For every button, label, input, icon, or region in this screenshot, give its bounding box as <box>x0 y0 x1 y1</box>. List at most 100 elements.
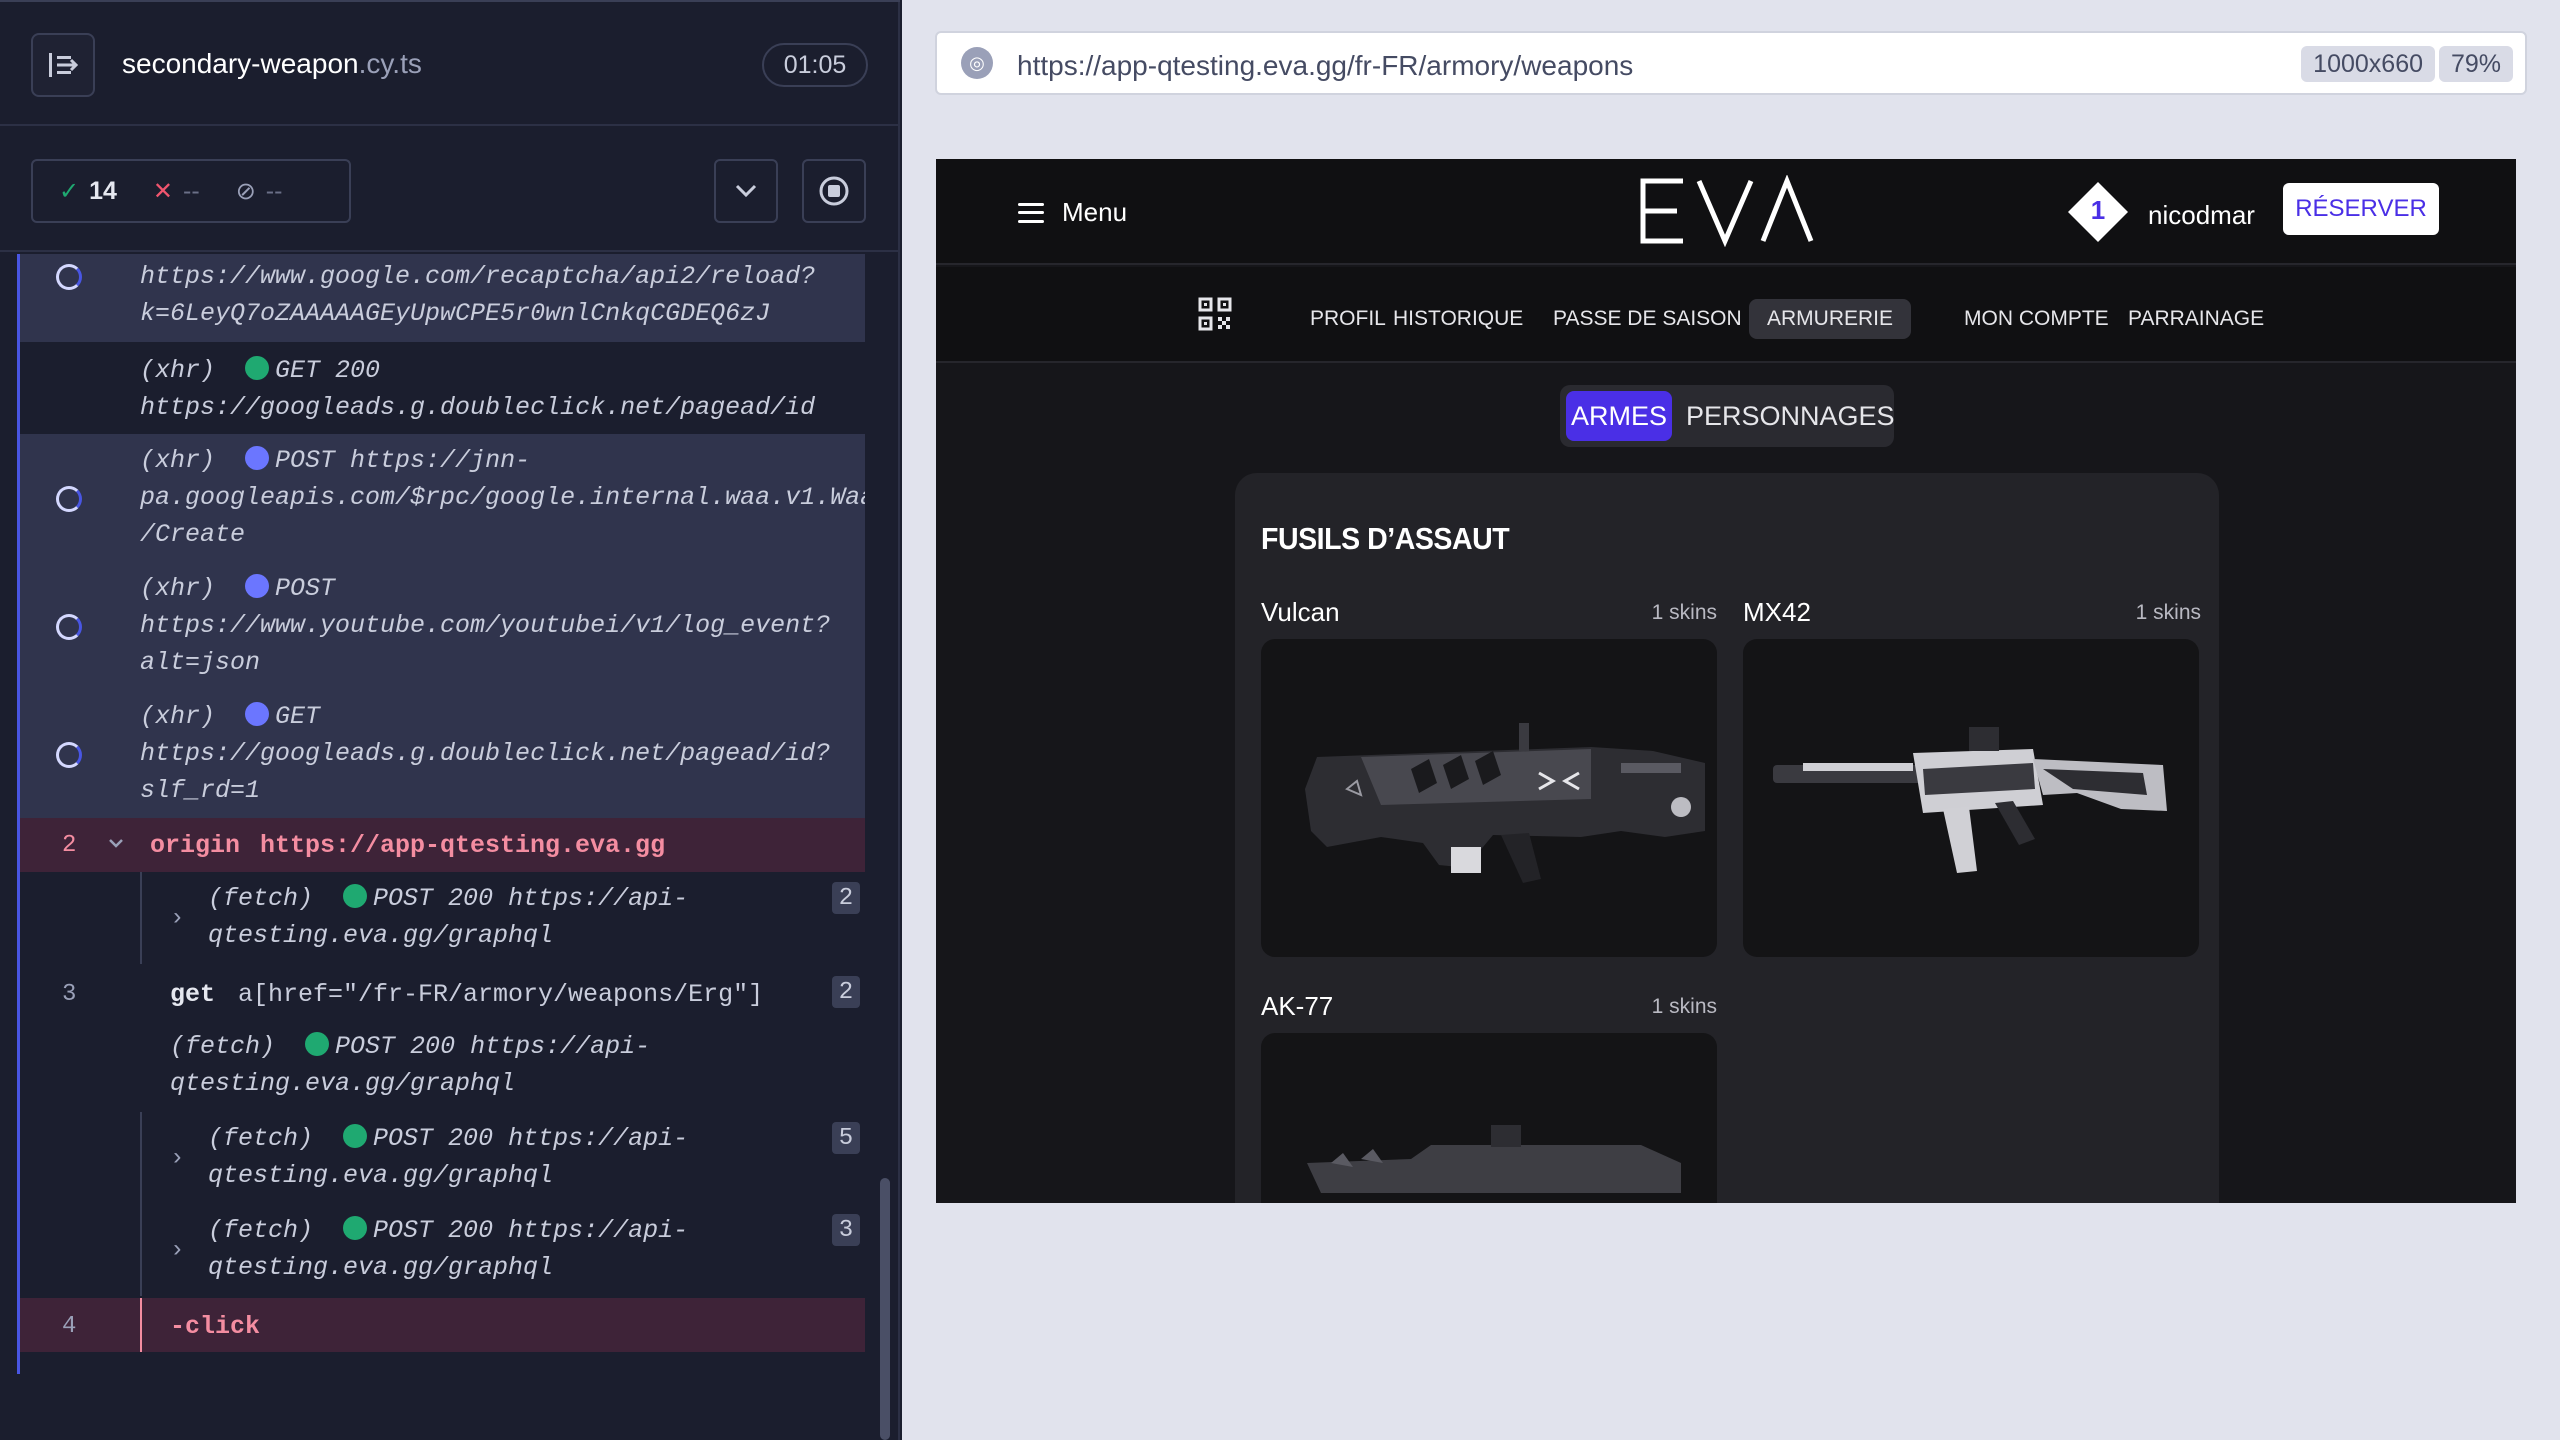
weapon-card-vulcan[interactable] <box>1261 639 1717 957</box>
nav-passe-de-saison[interactable]: PASSE DE SAISON <box>1535 299 1760 339</box>
spinner-icon <box>56 264 82 290</box>
command-message: https://app-qtesting.eva.gg <box>260 831 666 860</box>
command-log-entry[interactable]: (xhr) GET https://googleads.g.doubleclic… <box>20 690 865 818</box>
weapon-skins-count: 1 skins <box>1651 601 1717 624</box>
request-url: https://www.youtube.com/youtubei/v1/log_… <box>140 611 831 640</box>
request-url: qtesting.eva.gg/graphql <box>208 921 554 950</box>
weapon-skins-count: 1 skins <box>1651 995 1717 1018</box>
status-dot-green <box>343 1124 368 1148</box>
get-command[interactable]: 3 get a[href="/fr-FR/armory/weapons/Erg"… <box>20 964 865 1020</box>
status-dot-green <box>343 884 368 908</box>
ak77-rifle-image <box>1307 1125 1681 1193</box>
spec-name-text: secondary-weapon <box>122 48 359 79</box>
request-type: (xhr) <box>140 574 216 603</box>
nav-parrainage[interactable]: PARRAINAGE <box>2110 299 2282 339</box>
cypress-runner-panel: secondary-weapon.cy.ts 01:05 ✓ 14 ✕ -- ⊘ --… <box>0 0 900 1440</box>
status-dot-green <box>245 356 270 380</box>
nav-mon-compte[interactable]: MON COMPTE <box>1946 299 2127 339</box>
failed-stat: ✕ -- <box>153 177 200 206</box>
command-log-entry[interactable]: (xhr) POST https://jnn- pa.googleapis.co… <box>20 434 865 562</box>
viewport-size-badge[interactable]: 1000x660 <box>2301 46 2435 82</box>
request-url-cont: slf_rd=1 <box>140 776 261 805</box>
command-log-entry[interactable]: (xhr) GET 200 https://googleads.g.double… <box>20 342 865 434</box>
request-type: (fetch) <box>208 1216 314 1245</box>
request-method: POST 200 https://api- <box>373 1216 689 1245</box>
command-log-entry[interactable]: › (fetch) POST 200 https://api- qtesting… <box>20 1112 865 1204</box>
command-log: https://www.google.com/recaptcha/api2/re… <box>17 254 865 1374</box>
stats-bar: ✓ 14 ✕ -- ⊘ -- <box>0 128 900 252</box>
request-type: (xhr) <box>140 702 216 731</box>
command-number: 4 <box>62 1313 77 1340</box>
request-url: https://www.google.com/recaptcha/api2/re… <box>140 262 816 291</box>
request-url: qtesting.eva.gg/graphql <box>208 1161 554 1190</box>
user-level: 1 <box>2090 195 2106 225</box>
command-log-entry[interactable]: › (fetch) POST 200 https://api- qtesting… <box>20 872 865 964</box>
request-url: https://googleads.g.doubleclick.net/page… <box>140 739 831 768</box>
request-type: (xhr) <box>140 356 216 385</box>
weapon-card-mx42[interactable] <box>1743 639 2199 957</box>
pending-count: -- <box>265 176 283 205</box>
request-method: POST 200 https://api- <box>373 884 689 913</box>
request-url: pa.googleapis.com/$rpc/google.internal.w… <box>140 483 865 512</box>
command-log-entry[interactable]: https://www.google.com/recaptcha/api2/re… <box>20 254 865 342</box>
passed-stat: ✓ 14 <box>59 177 117 206</box>
request-url-cont: k=6LeyQ7oZAAAAAGEyUpwCPE5r0wnlCnkqCGDEQ6… <box>140 299 771 328</box>
eva-subnav: PROFIL HISTORIQUE PASSE DE SAISON ARMURE… <box>936 267 2516 363</box>
request-url: qtesting.eva.gg/graphql <box>208 1253 554 1282</box>
request-url-cont: alt=json <box>140 648 261 677</box>
request-method: GET <box>275 702 321 731</box>
aut-url-bar[interactable]: ◎ https://app-qtesting.eva.gg/fr-FR/armo… <box>935 31 2527 95</box>
armory-toggle: ARMES PERSONNAGES <box>1560 385 1895 447</box>
origin-command[interactable]: 2 origin https://app-qtesting.eva.gg <box>20 818 865 872</box>
weapon-skins-count: 1 skins <box>2135 601 2201 624</box>
stop-button[interactable] <box>802 159 866 223</box>
command-log-entry[interactable]: (fetch) POST 200 https://api- qtesting.e… <box>20 1020 865 1112</box>
command-number: 3 <box>62 981 77 1008</box>
chevron-right-icon[interactable]: › <box>170 1140 184 1177</box>
nesting-line <box>140 1298 142 1352</box>
chevron-down-icon[interactable] <box>108 838 124 848</box>
chevron-right-icon[interactable]: › <box>170 1232 184 1269</box>
command-log-scrollbar[interactable] <box>880 1178 890 1440</box>
tab-weapons[interactable]: ARMES <box>1566 391 1672 441</box>
test-stats: ✓ 14 ✕ -- ⊘ -- <box>31 159 351 223</box>
qr-code-icon[interactable] <box>1198 297 1232 331</box>
weapon-name: Vulcan <box>1261 597 1340 627</box>
chevron-right-icon[interactable]: › <box>170 900 184 937</box>
status-dot-green <box>343 1216 368 1240</box>
request-type: (fetch) <box>208 1124 314 1153</box>
request-type: (xhr) <box>140 446 216 475</box>
hamburger-icon <box>1018 202 1044 223</box>
status-dot-green <box>305 1032 330 1056</box>
weapon-name: MX42 <box>1743 597 1811 627</box>
eva-logo[interactable] <box>1639 175 1815 247</box>
count-badge: 2 <box>832 976 860 1008</box>
command-number: 2 <box>62 832 77 859</box>
collapse-sidebar-icon <box>49 53 78 77</box>
nav-armurerie[interactable]: ARMURERIE <box>1749 299 1912 339</box>
command-log-entry[interactable]: (xhr) POST https://www.youtube.com/youtu… <box>20 562 865 690</box>
count-badge: 3 <box>832 1214 860 1246</box>
category-title: FUSILS D’ASSAUT <box>1261 521 1510 556</box>
username[interactable]: nicodmar <box>2148 200 2255 231</box>
collapse-all-button[interactable] <box>714 159 778 223</box>
request-type: (fetch) <box>170 1032 276 1061</box>
stop-icon <box>819 176 849 206</box>
request-method: POST 200 https://api- <box>373 1124 689 1153</box>
spinner-icon <box>56 486 82 512</box>
weapon-card-ak77[interactable] <box>1261 1033 1717 1203</box>
spec-extension: .cy.ts <box>358 48 422 79</box>
globe-icon: ◎ <box>961 47 993 79</box>
toggle-specs-list-button[interactable] <box>31 33 95 97</box>
pending-stat: ⊘ -- <box>236 177 283 206</box>
spec-header: secondary-weapon.cy.ts 01:05 <box>0 0 900 126</box>
nav-historique[interactable]: HISTORIQUE <box>1375 299 1541 339</box>
tab-characters[interactable]: PERSONNAGES <box>1686 391 1895 441</box>
duration-badge: 01:05 <box>762 43 868 87</box>
command-name: get <box>170 980 216 1009</box>
spinner-icon <box>56 614 82 640</box>
command-log-entry[interactable]: › (fetch) POST 200 https://api- qtesting… <box>20 1204 865 1296</box>
reserve-button[interactable]: RÉSERVER <box>2283 183 2439 235</box>
click-command[interactable]: 4 -click <box>20 1298 865 1352</box>
menu-button[interactable]: Menu <box>1018 197 1127 228</box>
